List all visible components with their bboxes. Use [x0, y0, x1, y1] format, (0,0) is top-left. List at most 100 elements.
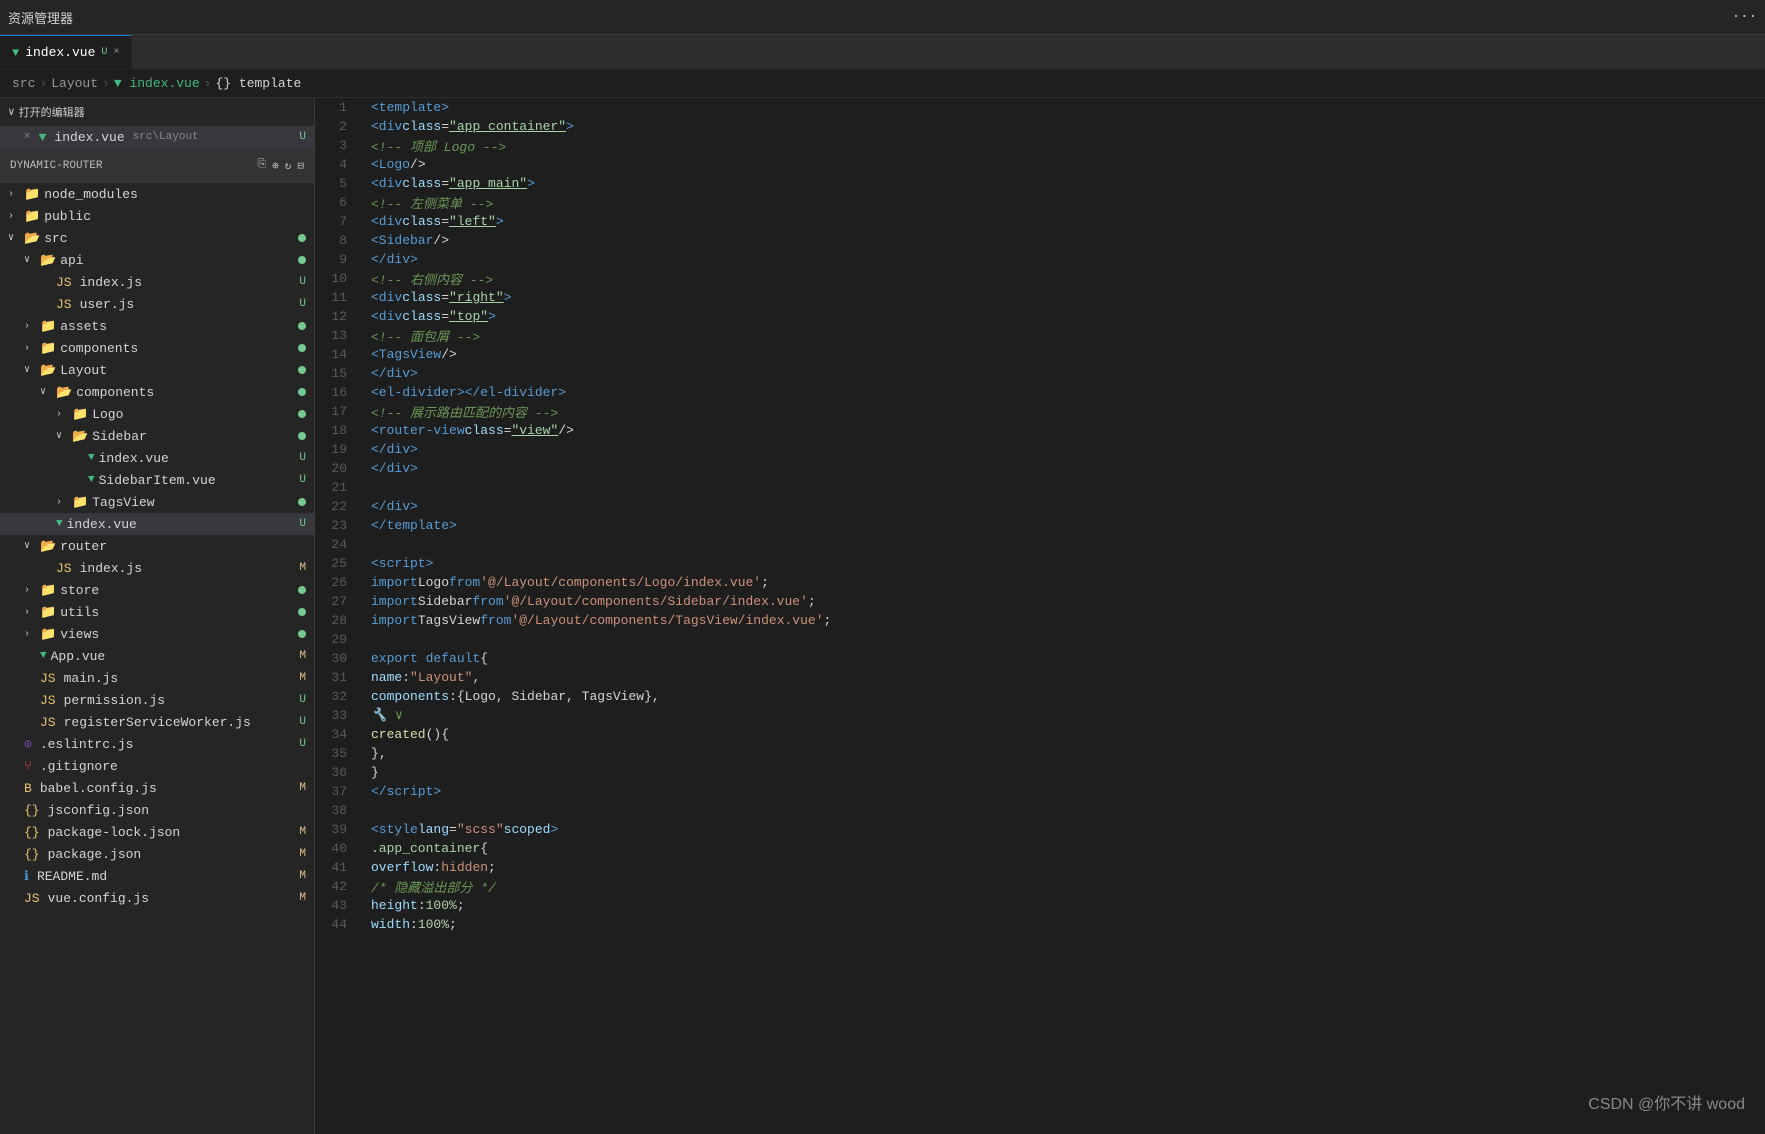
line-number: 33	[315, 706, 355, 725]
watermark: CSDN @你不讲 wood	[1588, 1090, 1745, 1114]
code-content: <template> <div class="app_container"> <…	[363, 98, 1765, 1134]
line-number: 30	[315, 649, 355, 668]
tree-item-api[interactable]: ∨ 📂 api	[0, 249, 314, 271]
line-number: 15	[315, 364, 355, 383]
status-dot	[298, 432, 306, 440]
new-folder-icon[interactable]: ⊕	[272, 159, 279, 173]
tree-item-gitignore[interactable]: ⑂ .gitignore	[0, 755, 314, 777]
tree-item-label: store	[60, 583, 99, 598]
line-number: 4	[315, 155, 355, 174]
tree-item-tagsview[interactable]: › 📁 TagsView	[0, 491, 314, 513]
tree-item-node-modules[interactable]: › 📁 node_modules	[0, 183, 314, 205]
line-numbers: 1234567891011121314151617181920212223242…	[315, 98, 363, 1134]
tree-item-layout[interactable]: ∨ 📂 Layout	[0, 359, 314, 381]
tree-item-vue-config[interactable]: JS vue.config.js M	[0, 887, 314, 909]
tree-item-layout-index[interactable]: ▼ index.vue U	[0, 513, 314, 535]
open-editors-section[interactable]: ∨ 打开的编辑器	[0, 98, 314, 126]
refresh-icon[interactable]: ↻	[285, 159, 292, 173]
tree-item-router[interactable]: ∨ 📂 router	[0, 535, 314, 557]
code-line: </div>	[371, 440, 1765, 459]
tab-index-vue[interactable]: ▼ index.vue U ×	[0, 35, 132, 69]
tree-item-store[interactable]: › 📁 store	[0, 579, 314, 601]
code-line: /* 隐藏溢出部分 */	[371, 877, 1765, 896]
tree-item-public[interactable]: › 📁 public	[0, 205, 314, 227]
code-line: <Sidebar />	[371, 231, 1765, 250]
tree-item-jsconfig[interactable]: {} jsconfig.json	[0, 799, 314, 821]
close-icon[interactable]: ×	[24, 131, 31, 143]
main-layout: ∨ 打开的编辑器 × ▼ index.vue src\Layout U DYNA…	[0, 98, 1765, 1134]
folder-icon: 📁	[40, 605, 56, 620]
status-dot	[298, 608, 306, 616]
tree-item-register-sw[interactable]: JS registerServiceWorker.js U	[0, 711, 314, 733]
tree-item-label: views	[60, 627, 99, 642]
code-line: <el-divider></el-divider>	[371, 383, 1765, 402]
tree-item-components[interactable]: › 📁 components	[0, 337, 314, 359]
tab-badge: U	[101, 47, 107, 58]
status-dot	[298, 234, 306, 242]
tree-item-package-lock[interactable]: {} package-lock.json M	[0, 821, 314, 843]
code-line: name: "Layout",	[371, 668, 1765, 687]
arrow-icon: ∨	[40, 386, 56, 398]
tree-item-eslint[interactable]: ⊙ .eslintrc.js U	[0, 733, 314, 755]
line-number: 8	[315, 231, 355, 250]
top-bar: 资源管理器 ···	[0, 0, 1765, 35]
line-number: 38	[315, 801, 355, 820]
badge: M	[299, 650, 306, 662]
code-line: <Logo />	[371, 155, 1765, 174]
tree-item-sidebar[interactable]: ∨ 📂 Sidebar	[0, 425, 314, 447]
tab-close-icon[interactable]: ×	[113, 47, 119, 58]
tree-item-logo[interactable]: › 📁 Logo	[0, 403, 314, 425]
tree-item-api-user[interactable]: JS user.js U	[0, 293, 314, 315]
more-icon[interactable]: ···	[1732, 9, 1757, 25]
status-dot	[298, 322, 306, 330]
tree-item-router-index[interactable]: JS index.js M	[0, 557, 314, 579]
tree-item-assets[interactable]: › 📁 assets	[0, 315, 314, 337]
arrow-icon: ∨	[24, 254, 40, 266]
tree-item-api-index[interactable]: JS index.js U	[0, 271, 314, 293]
tree-item-sidebaritem[interactable]: ▼ SidebarItem.vue U	[0, 469, 314, 491]
line-number: 10	[315, 269, 355, 288]
code-line: <div class="app_container">	[371, 117, 1765, 136]
status-dot	[298, 388, 306, 396]
line-number: 29	[315, 630, 355, 649]
tree-item-readme[interactable]: ℹ README.md M	[0, 865, 314, 887]
folder-icon: 📁	[40, 627, 56, 642]
tree-item-label: SidebarItem.vue	[99, 473, 216, 488]
tree-item-sidebar-index[interactable]: ▼ index.vue U	[0, 447, 314, 469]
line-number: 18	[315, 421, 355, 440]
git-icon: ⑂	[24, 759, 32, 774]
tree-item-label: Layout	[60, 363, 107, 378]
badge: M	[299, 672, 306, 684]
badge: U	[299, 452, 306, 464]
tree-item-babel[interactable]: B babel.config.js M	[0, 777, 314, 799]
folder-open-icon: 📂	[72, 429, 88, 444]
line-number: 23	[315, 516, 355, 535]
tree-item-permission-js[interactable]: JS permission.js U	[0, 689, 314, 711]
tree-item-label: package-lock.json	[48, 825, 181, 840]
line-number: 36	[315, 763, 355, 782]
arrow-icon: ›	[56, 497, 72, 508]
code-line: <!-- 右侧内容 -->	[371, 269, 1765, 288]
status-dot	[298, 630, 306, 638]
badge: M	[299, 782, 306, 794]
tree-item-app-vue[interactable]: ▼ App.vue M	[0, 645, 314, 667]
code-line: width: 100%;	[371, 915, 1765, 934]
line-number: 6	[315, 193, 355, 212]
tree-item-utils[interactable]: › 📁 utils	[0, 601, 314, 623]
badge: M	[299, 892, 306, 904]
tree-item-main-js[interactable]: JS main.js M	[0, 667, 314, 689]
tree-item-src[interactable]: ∨ 📂 src	[0, 227, 314, 249]
tree-item-label: TagsView	[92, 495, 154, 510]
folder-icon: 📁	[40, 319, 56, 334]
code-line: <!-- 展示路由匹配的内容 -->	[371, 402, 1765, 421]
vue-icon: ▼	[88, 474, 95, 486]
tree-item-layout-components[interactable]: ∨ 📂 components	[0, 381, 314, 403]
code-editor[interactable]: 1234567891011121314151617181920212223242…	[315, 98, 1765, 1134]
collapse-icon[interactable]: ⊟	[297, 159, 304, 173]
line-number: 28	[315, 611, 355, 630]
code-line: <!-- 面包屑 -->	[371, 326, 1765, 345]
open-file-item[interactable]: × ▼ index.vue src\Layout U	[0, 126, 314, 148]
tree-item-package[interactable]: {} package.json M	[0, 843, 314, 865]
tree-item-views[interactable]: › 📁 views	[0, 623, 314, 645]
new-file-icon[interactable]: ⎘	[257, 159, 266, 173]
